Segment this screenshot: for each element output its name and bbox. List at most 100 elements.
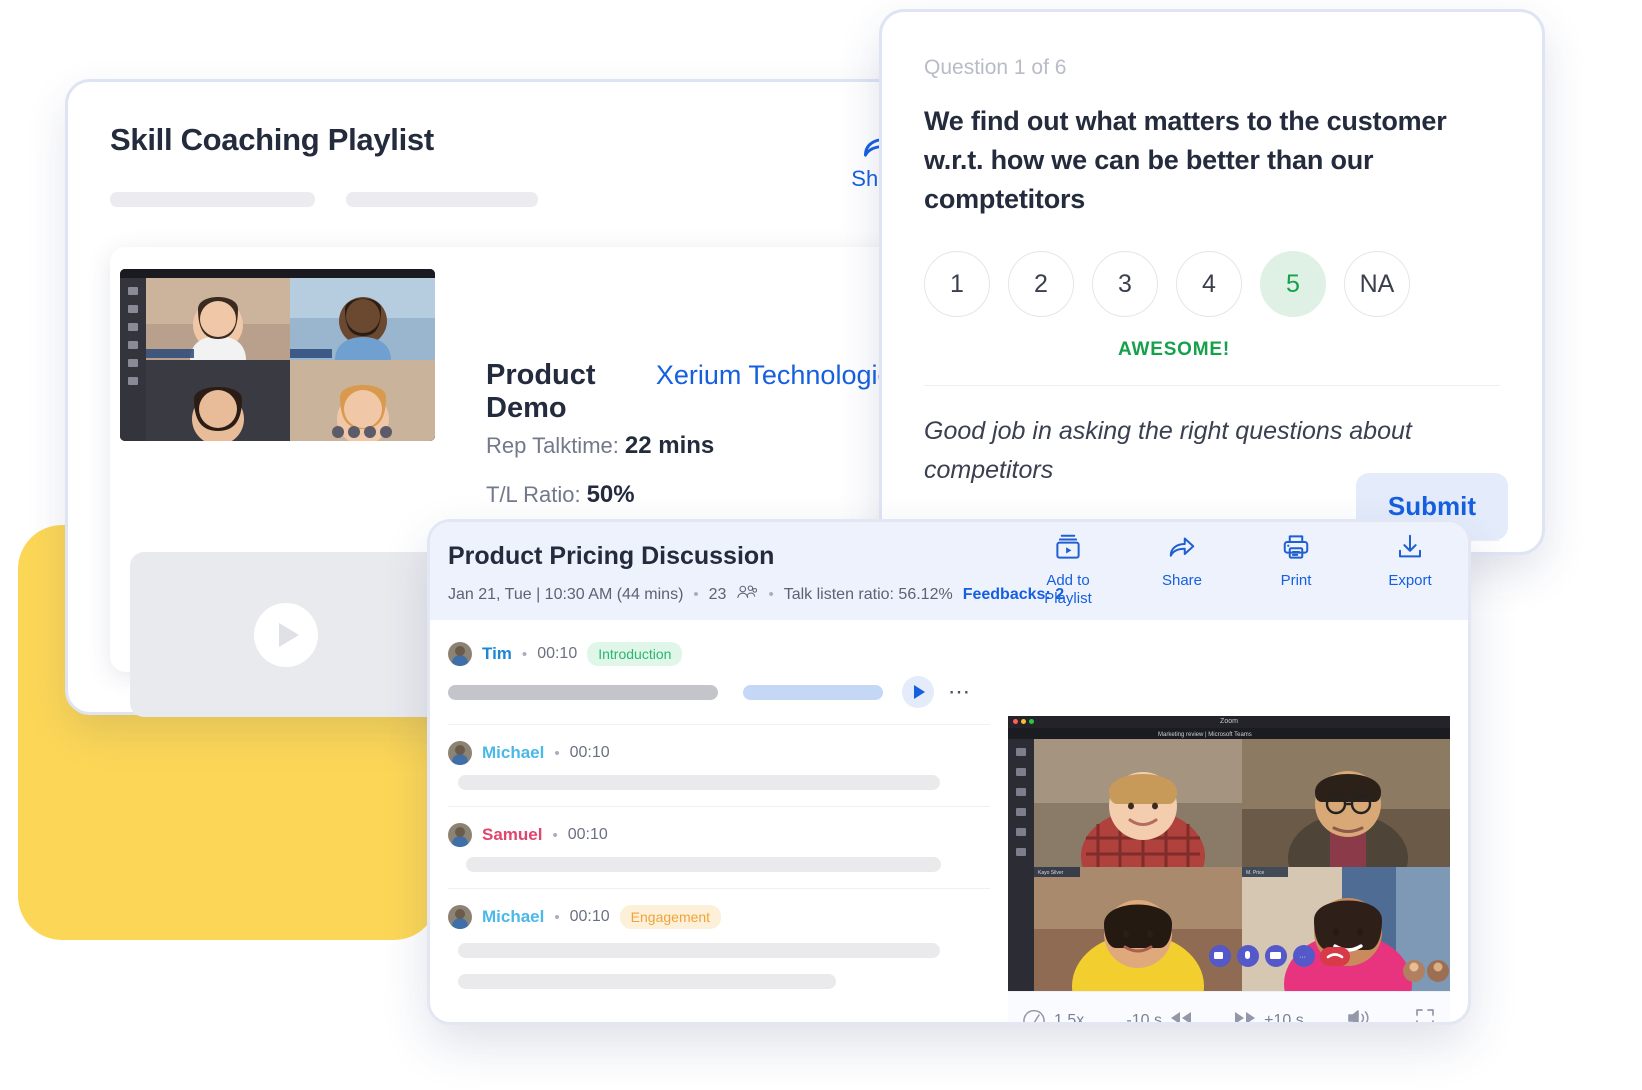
fullscreen-button[interactable] xyxy=(1414,1007,1436,1022)
more-options-icon[interactable]: ⋯ xyxy=(948,679,972,705)
call-meta: Jan 21, Tue | 10:30 AM (44 mins) • 23 • … xyxy=(448,584,1064,605)
print-button[interactable]: Print xyxy=(1252,532,1340,608)
playlist-item-header: Product Demo Xerium Technologies xyxy=(486,359,906,425)
separator-dot: • xyxy=(554,744,560,762)
play-icon[interactable] xyxy=(902,676,934,708)
playback-speed-button[interactable]: 1.5x xyxy=(1022,1007,1084,1022)
svg-text:···: ··· xyxy=(1299,954,1306,961)
speaker-name[interactable]: Samuel xyxy=(482,825,542,845)
export-label: Export xyxy=(1388,572,1432,589)
placeholder-bar xyxy=(346,192,538,207)
volume-button[interactable] xyxy=(1346,1007,1372,1022)
participants-icon xyxy=(736,584,758,605)
avatar xyxy=(448,905,472,929)
rating-option-2[interactable]: 2 xyxy=(1008,251,1074,318)
speaker-name[interactable]: Michael xyxy=(482,907,544,927)
forward-icon xyxy=(1234,1009,1256,1022)
rating-scale: 1 2 3 4 5 NA xyxy=(924,251,1500,318)
print-label: Print xyxy=(1280,572,1312,589)
stat-label: Rep Talktime: xyxy=(486,433,619,458)
screenshot-root: Skill Coaching Playlist Share Monthly sa… xyxy=(0,0,1642,1090)
call-header: Product Pricing Discussion Jan 21, Tue |… xyxy=(430,522,1468,620)
transcript-highlight-placeholder xyxy=(743,684,883,700)
separator-dot: • xyxy=(521,645,528,663)
speaker-name[interactable]: Michael xyxy=(482,743,544,763)
video-placeholder[interactable] xyxy=(130,552,442,717)
share-icon xyxy=(1138,532,1226,562)
page-title: Skill Coaching Playlist xyxy=(110,122,434,157)
transcript-list: Tim • 00:10 Introduction ⋯ Michael • 00:… xyxy=(430,620,1008,1022)
meeting-video[interactable]: Zoom Marketing review | Microsoft Teams xyxy=(1008,716,1450,991)
stat-value: 22 mins xyxy=(624,432,715,459)
avatar xyxy=(448,823,472,847)
stat-rep-talktime: Rep Talktime: 22 mins xyxy=(486,432,714,460)
transcript-row[interactable]: Michael • 00:10 xyxy=(448,741,990,790)
forward-label: +10 s xyxy=(1264,1011,1304,1023)
call-datetime: Jan 21, Tue | 10:30 AM (44 mins) xyxy=(448,585,684,603)
add-to-playlist-icon xyxy=(1024,532,1112,562)
participant-count: 23 xyxy=(708,585,727,603)
separator-dot: • xyxy=(552,826,558,844)
question-text: We find out what matters to the customer… xyxy=(924,106,1447,215)
transcript-text-placeholder xyxy=(448,684,718,700)
divider xyxy=(448,806,990,807)
rating-option-4[interactable]: 4 xyxy=(1176,251,1242,318)
rewind-label: -10 s xyxy=(1126,1011,1162,1023)
placeholder-bar xyxy=(110,192,315,207)
call-detail-card: Product Pricing Discussion Jan 21, Tue |… xyxy=(430,522,1468,1022)
volume-icon xyxy=(1346,1007,1372,1022)
player-controls: 1.5x -10 s +10 s xyxy=(1008,991,1450,1022)
transcript-text-placeholder xyxy=(458,943,940,958)
stat-value: 50% xyxy=(586,481,635,508)
video-player: Zoom Marketing review | Microsoft Teams xyxy=(1008,620,1468,1022)
export-icon xyxy=(1366,532,1454,562)
call-toolbar: Add to Playlist Share Print Export xyxy=(1024,532,1454,608)
playback-speed-label: 1.5x xyxy=(1054,1011,1085,1023)
question-counter: Question 1 of 6 xyxy=(924,56,1067,79)
separator-dot: • xyxy=(554,908,560,926)
scorecard-question-card: Question 1 of 6 We find out what matters… xyxy=(882,12,1542,552)
stat-tl-ratio: T/L Ratio: 50% xyxy=(486,481,635,509)
play-icon[interactable] xyxy=(254,602,318,667)
rating-option-5[interactable]: 5 xyxy=(1260,251,1326,318)
timestamp: 00:10 xyxy=(569,744,610,761)
forward-10-button[interactable]: +10 s xyxy=(1234,1009,1304,1022)
stat-label: T/L Ratio: xyxy=(486,482,581,507)
call-title: Product Demo xyxy=(486,359,596,424)
timestamp: 00:10 xyxy=(567,826,608,843)
talk-listen-ratio: Talk listen ratio: 56.12% xyxy=(783,585,953,603)
transcript-text-placeholder xyxy=(458,775,940,790)
row-controls: ⋯ xyxy=(902,676,972,708)
share-label: Share xyxy=(1161,572,1203,589)
share-button[interactable]: Share xyxy=(1138,532,1226,608)
call-title: Product Pricing Discussion xyxy=(448,542,775,570)
rating-option-3[interactable]: 3 xyxy=(1092,251,1158,318)
speedometer-icon xyxy=(1022,1007,1046,1022)
add-to-playlist-button[interactable]: Add to Playlist xyxy=(1024,532,1112,608)
divider xyxy=(448,888,990,889)
video-window-title: Zoom xyxy=(1220,718,1238,725)
svg-text:Marketing review | Microsoft T: Marketing review | Microsoft Teams xyxy=(1158,732,1252,738)
call-body: Tim • 00:10 Introduction ⋯ Michael • 00:… xyxy=(430,620,1468,1022)
timestamp: 00:10 xyxy=(569,908,610,925)
transcript-row[interactable]: Tim • 00:10 Introduction ⋯ xyxy=(448,642,990,708)
rewind-icon xyxy=(1170,1009,1192,1022)
topic-chip[interactable]: Introduction xyxy=(587,642,683,666)
window-dots xyxy=(1013,719,1034,724)
transcript-row[interactable]: Samuel • 00:10 xyxy=(448,823,990,872)
rating-option-na[interactable]: NA xyxy=(1344,251,1410,318)
add-to-playlist-label: Add to Playlist xyxy=(1044,572,1092,607)
transcript-text-placeholder xyxy=(458,974,836,989)
transcript-row[interactable]: Michael • 00:10 Engagement xyxy=(448,905,990,989)
rewind-10-button[interactable]: -10 s xyxy=(1126,1009,1192,1022)
separator-dot: • xyxy=(768,586,774,603)
separator-dot: • xyxy=(693,586,699,603)
org-link[interactable]: Xerium Technologies xyxy=(656,360,906,391)
rating-option-1[interactable]: 1 xyxy=(924,251,990,318)
svg-text:M. Price: M. Price xyxy=(1246,870,1265,876)
export-button[interactable]: Export xyxy=(1366,532,1454,608)
video-frame: Marketing review | Microsoft Teams ··· K… xyxy=(1008,728,1450,991)
topic-chip[interactable]: Engagement xyxy=(619,905,722,929)
transcript-text-placeholder xyxy=(466,857,941,872)
speaker-name[interactable]: Tim xyxy=(482,644,512,664)
